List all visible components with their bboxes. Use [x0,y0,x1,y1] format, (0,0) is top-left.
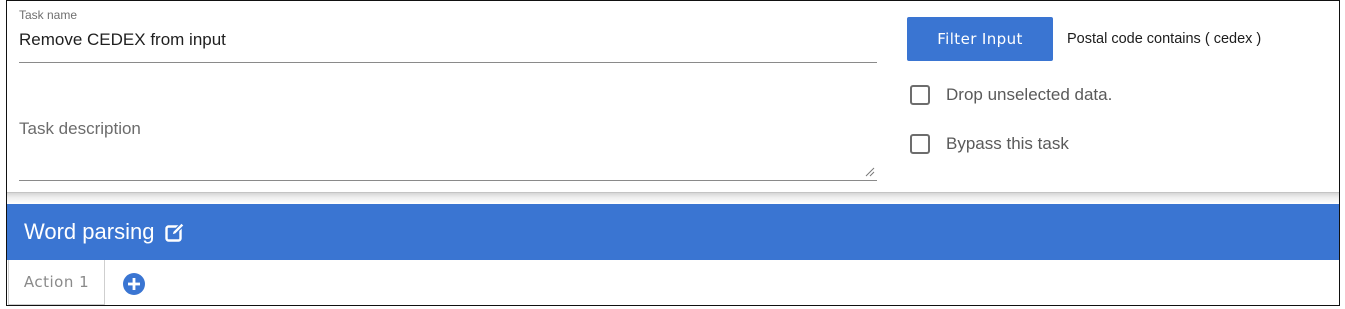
bypass-task-checkbox[interactable] [910,134,930,154]
task-panel: Task name Remove CEDEX from input Task d… [6,0,1340,306]
plus-circle-icon[interactable] [122,272,146,296]
section-header: Word parsing [7,204,1339,260]
section-title: Word parsing [24,219,155,244]
bypass-task-label: Bypass this task [946,134,1069,153]
task-name-field[interactable]: Task name Remove CEDEX from input [19,7,877,63]
drop-unselected-label: Drop unselected data. [946,85,1113,104]
drop-unselected-option[interactable]: Drop unselected data. [910,85,1112,105]
drop-unselected-checkbox[interactable] [910,85,930,105]
task-name-value[interactable]: Remove CEDEX from input [19,30,226,50]
tab-action-1[interactable]: Action 1 [8,260,105,305]
task-description-placeholder: Task description [19,119,141,138]
task-name-label: Task name [19,8,78,22]
task-description-field[interactable]: Task description [19,85,877,181]
section-divider [7,192,1339,204]
bypass-task-option[interactable]: Bypass this task [910,134,1069,154]
resize-handle-icon[interactable] [865,167,875,177]
filter-description: Postal code contains ( cedex ) [1067,31,1262,47]
edit-icon[interactable] [164,221,186,243]
filter-input-button[interactable]: Filter Input [907,17,1053,61]
